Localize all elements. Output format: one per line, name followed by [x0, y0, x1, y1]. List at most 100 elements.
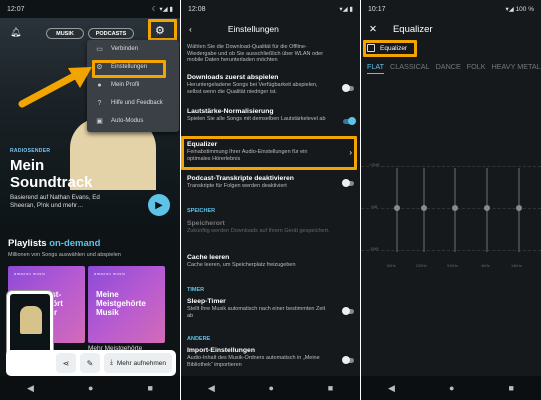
play-button[interactable]: ▶ [148, 194, 170, 216]
setting-desc: Spielen Sie alle Songs mit demselben Lau… [187, 116, 326, 122]
tab-podcasts-label: PODCASTS [95, 30, 127, 37]
station-title: Mein Soundtrack [10, 157, 93, 191]
menu-item-auto[interactable]: ▣ Auto-Modus [87, 112, 179, 130]
capture-more-icon: ⤓ [109, 359, 113, 366]
car-icon: ▣ [96, 118, 103, 125]
toggle-normalisierung[interactable] [343, 117, 356, 125]
menu-item-verbinden[interactable]: ▭ Verbinden [87, 40, 179, 58]
toggle-downloads-first[interactable] [342, 84, 354, 92]
eq-slider[interactable] [394, 168, 400, 252]
preset-tab[interactable]: HEAVY METAL [492, 62, 541, 74]
status-time: 12:08 [188, 5, 206, 13]
menu-item-label: Mein Profil [111, 82, 140, 88]
setting-normalisierung[interactable]: Lautstärke-Normalisierung Spielen Sie al… [187, 108, 354, 123]
bell-icon[interactable]: 🔔︎ [10, 27, 21, 38]
close-icon[interactable]: ✕ [369, 24, 377, 35]
share-icon: ⋖ [62, 358, 70, 368]
setting-speicherort: Speicherort Zukünftig werden Downloads a… [187, 220, 354, 235]
toggle-sleep-timer[interactable] [342, 307, 354, 315]
station-subtitle: Basierend auf Nathan Evans, Ed Sheeran, … [10, 194, 100, 209]
section-andere: ANDERE [187, 336, 211, 342]
eq-gridline [361, 250, 541, 251]
help-icon: ? [97, 99, 102, 107]
mehr-aufnehmen-label: Mehr aufnehmen [116, 359, 166, 367]
toggle-podcast-transkripte[interactable] [342, 179, 354, 187]
tab-podcasts[interactable]: PODCASTS [88, 28, 134, 39]
setting-title: Lautstärke-Normalisierung [187, 108, 274, 115]
setting-desc: Cache leeren, um Speicherplatz freizugeb… [187, 262, 296, 268]
android-nav-bar: ◀ ● ■ [0, 376, 180, 400]
setting-title: Downloads zuerst abspielen [187, 74, 279, 81]
recents-icon[interactable]: ■ [509, 383, 514, 393]
settings-header: ‹ Einstellungen [181, 18, 360, 40]
back-icon[interactable]: ◀ [388, 383, 395, 394]
home-icon[interactable]: ● [449, 383, 454, 393]
equalizer-screen: 10:17 ▾◢ 100 % ✕ Equalizer Equalizer FLA… [361, 0, 541, 400]
arrow-pointer-icon [18, 67, 92, 108]
toggle-import[interactable] [342, 356, 354, 364]
setting-title: Podcast-Transkripte deaktivieren [187, 175, 294, 182]
eq-slider[interactable] [421, 168, 427, 252]
setting-title: Import-Einstellungen [187, 347, 255, 354]
db-label: -15dB [369, 247, 379, 251]
menu-item-profil[interactable]: ● Mein Profil [87, 76, 179, 94]
freq-label: 60Hz [387, 264, 396, 268]
recents-icon[interactable]: ■ [148, 383, 153, 393]
back-arrow-icon[interactable]: ‹ [189, 24, 192, 34]
section-speicher: SPEICHER [187, 208, 216, 214]
equalizer-highlight [181, 136, 357, 170]
intro-text: Wählen Sie die Download-Qualität für die… [187, 44, 324, 63]
status-icons: ▾◢ 100 % [505, 6, 535, 13]
eq-gridline [361, 208, 541, 209]
home-icon[interactable]: ● [269, 383, 274, 393]
playlists-heading-text: Playlists [8, 238, 47, 249]
preset-tab[interactable]: FLAT [367, 62, 385, 74]
edit-button[interactable]: ✎ [79, 353, 100, 373]
setting-desc: Heruntergeladene Songs bei Verfügbarkeit… [187, 82, 318, 95]
playlist-tile[interactable]: amazon music Meine Meistgehörte Musik [88, 266, 165, 343]
db-label: 0dB [371, 205, 378, 209]
status-bar: 10:17 ▾◢ 100 % [361, 0, 541, 18]
home-icon[interactable]: ● [88, 383, 93, 393]
eq-slider[interactable] [484, 168, 490, 252]
android-nav-bar: ◀ ● ■ [181, 376, 360, 400]
play-icon: ▶ [155, 199, 163, 211]
android-nav-bar: ◀ ● ■ [361, 376, 541, 400]
station-kicker: RADIOSENDER [10, 148, 51, 154]
eq-slider[interactable] [516, 168, 522, 252]
preset-tab[interactable]: CLASSICAL [390, 62, 430, 74]
setting-downloads-first[interactable]: Downloads zuerst abspielen Heruntergelad… [187, 74, 354, 95]
page-title: Equalizer [392, 23, 433, 35]
checkbox-highlight [363, 40, 417, 57]
screenshot-toolbar: ⋖ ✎ ⤓ Mehr aufnehmen [6, 350, 176, 376]
tile-brand: amazon music [94, 271, 126, 276]
playlists-heading: Playlists on-demand [8, 238, 100, 249]
preset-tab[interactable]: FOLK [467, 62, 486, 74]
tab-musik[interactable]: MUSIK [46, 28, 84, 39]
eq-gridline [361, 166, 541, 167]
mehr-aufnehmen-button[interactable]: ⤓ Mehr aufnehmen [103, 353, 172, 373]
setting-podcast-transkripte[interactable]: Podcast-Transkripte deaktivieren Transkr… [187, 175, 354, 190]
share-button[interactable]: ⋖ [55, 353, 76, 373]
back-icon[interactable]: ◀ [208, 383, 215, 394]
person-icon: ● [97, 81, 102, 89]
menu-item-label: Auto-Modus [111, 118, 144, 124]
menu-item-hilfe[interactable]: ? Hilfe und Feedback [87, 94, 179, 112]
back-icon[interactable]: ◀ [27, 383, 34, 394]
setting-title: Speicherort [187, 220, 225, 227]
preset-tab[interactable]: DANCE [436, 62, 461, 74]
playlists-subtitle: Millionen von Songs auswählen und abspie… [8, 252, 121, 258]
freq-label: 14kHz [511, 264, 522, 268]
music-home-screen: 12:07 ☾ ▾◢ ▮ 🔔︎ MUSIK PODCASTS ⚙ ▭ Verbin… [0, 0, 180, 400]
db-label: +15dB [369, 163, 380, 167]
cast-icon: ▭ [96, 46, 103, 53]
setting-import[interactable]: Import-Einstellungen Audio-Inhalt des Mu… [187, 347, 354, 368]
preset-tabs: FLAT CLASSICAL DANCE FOLK HEAVY METAL [367, 62, 541, 74]
section-timer: TIMER [187, 287, 205, 293]
pencil-icon: ✎ [86, 358, 94, 368]
recents-icon[interactable]: ■ [328, 383, 333, 393]
setting-sleep-timer[interactable]: Sleep-Timer Stellt Ihre Musik automatisc… [187, 298, 354, 319]
eq-slider[interactable] [452, 168, 458, 252]
setting-title: Sleep-Timer [187, 298, 226, 305]
setting-cache[interactable]: Cache leeren Cache leeren, um Speicherpl… [187, 254, 354, 269]
